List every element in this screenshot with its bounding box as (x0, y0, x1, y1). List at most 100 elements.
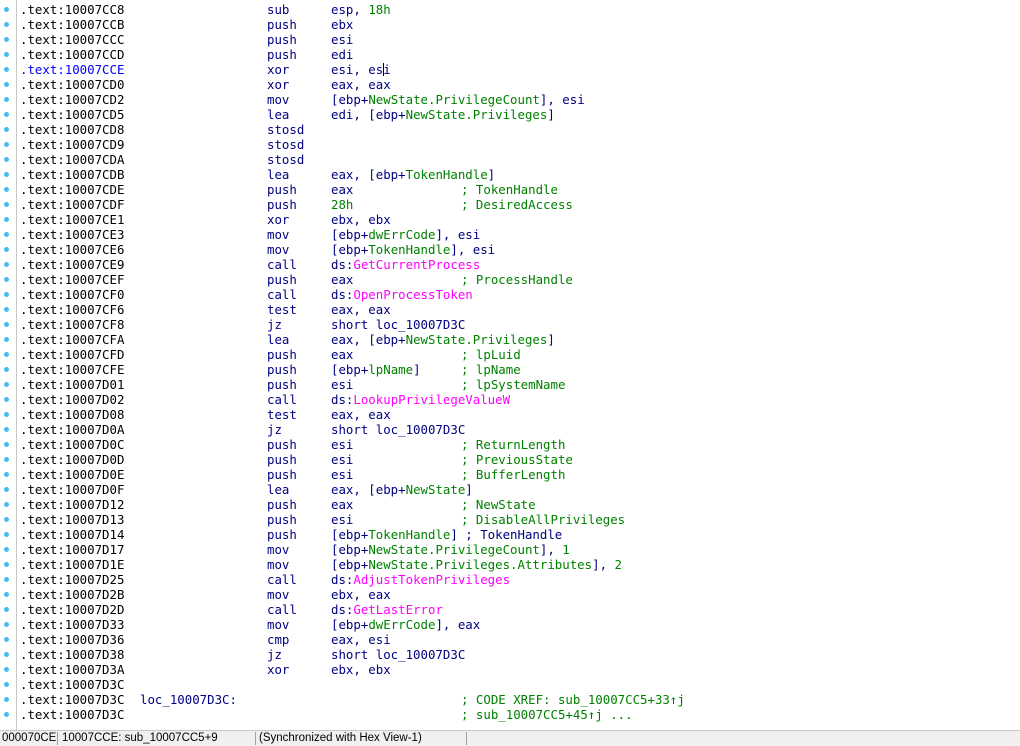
listing-row[interactable]: .text:10007D13 push esi ; DisableAllPrivile… (20, 512, 1020, 527)
mnemonic[interactable]: push (267, 377, 297, 392)
operands[interactable]: edi (331, 47, 353, 62)
mnemonic[interactable]: mov (267, 617, 289, 632)
stack-variable[interactable]: TokenHandle (406, 167, 488, 182)
mnemonic[interactable]: lea (267, 107, 289, 122)
operands[interactable]: eax, [ebp+TokenHandle] (331, 167, 495, 182)
operands[interactable]: short loc_10007D3C (331, 317, 465, 332)
mnemonic[interactable]: push (267, 32, 297, 47)
listing-row[interactable]: .text:10007D12 push eax ; NewState (20, 497, 1020, 512)
mnemonic[interactable]: test (267, 407, 297, 422)
listing-row[interactable]: .text:10007D33 mov [ebp+dwErrCode], eax (20, 617, 1020, 632)
mnemonic[interactable]: mov (267, 92, 289, 107)
listing-row[interactable]: .text:10007CDB lea eax, [ebp+TokenHandle] (20, 167, 1020, 182)
operands[interactable]: eax (331, 497, 353, 512)
operands[interactable]: esi (331, 437, 353, 452)
operands[interactable]: eax, [ebp+NewState.Privileges] (331, 332, 555, 347)
listing-row[interactable]: .text:10007CCB push ebx (20, 17, 1020, 32)
mnemonic[interactable]: xor (267, 662, 289, 677)
listing-row[interactable]: .text:10007CD5 lea edi, [ebp+NewState.Priv… (20, 107, 1020, 122)
operands[interactable]: short loc_10007D3C (331, 647, 465, 662)
mnemonic[interactable]: xor (267, 77, 289, 92)
operands[interactable]: [ebp+NewState.Privileges.Attributes], 2 (331, 557, 622, 572)
mnemonic[interactable]: push (267, 272, 297, 287)
address[interactable]: .text:10007CD5 (20, 107, 124, 122)
operands[interactable]: 28h (331, 197, 353, 212)
address[interactable]: .text:10007CCC (20, 32, 124, 47)
mnemonic[interactable]: mov (267, 227, 289, 242)
address[interactable]: .text:10007CD0 (20, 77, 124, 92)
address[interactable]: .text:10007CDB (20, 167, 124, 182)
listing-row[interactable]: .text:10007D1E mov [ebp+NewState.Privilege… (20, 557, 1020, 572)
address[interactable]: .text:10007D36 (20, 632, 124, 647)
listing-row[interactable]: .text:10007D08 test eax, eax (20, 407, 1020, 422)
address[interactable]: .text:10007CDF (20, 197, 124, 212)
address[interactable]: .text:10007D0A (20, 422, 124, 437)
listing-row[interactable]: .text:10007CF8 jz short loc_10007D3C (20, 317, 1020, 332)
address[interactable]: .text:10007CF0 (20, 287, 124, 302)
mnemonic[interactable]: lea (267, 167, 289, 182)
mnemonic[interactable]: call (267, 257, 297, 272)
operands[interactable]: [ebp+NewState.PrivilegeCount], esi (331, 92, 585, 107)
mnemonic[interactable]: push (267, 437, 297, 452)
stack-variable[interactable]: NewState.Privileges (406, 332, 548, 347)
operands[interactable]: [ebp+TokenHandle] ; TokenHandle (331, 527, 562, 542)
listing-row[interactable]: .text:10007D02 call ds:LookupPrivilegeValu… (20, 392, 1020, 407)
mnemonic[interactable]: push (267, 347, 297, 362)
listing-row[interactable]: .text:10007CDA stosd (20, 152, 1020, 167)
mnemonic[interactable]: mov (267, 557, 289, 572)
address[interactable]: .text:10007CDE (20, 182, 124, 197)
operands[interactable]: [ebp+dwErrCode], esi (331, 227, 480, 242)
listing-row[interactable]: .text:10007D0A jz short loc_10007D3C (20, 422, 1020, 437)
operands[interactable]: eax, eax (331, 302, 391, 317)
listing-row[interactable]: .text:10007CE1 xor ebx, ebx (20, 212, 1020, 227)
listing-row[interactable]: .text:10007CDE push eax ; TokenHandle (20, 182, 1020, 197)
address[interactable]: .text:10007D3C (20, 677, 124, 692)
listing-row[interactable]: .text:10007D2B mov ebx, eax (20, 587, 1020, 602)
address[interactable]: .text:10007D33 (20, 617, 124, 632)
address[interactable]: .text:10007CE6 (20, 242, 124, 257)
mnemonic[interactable]: jz (267, 317, 282, 332)
operands[interactable]: esi (331, 467, 353, 482)
arrows-gutter[interactable] (0, 0, 17, 730)
address[interactable]: .text:10007CCB (20, 17, 124, 32)
listing-row[interactable]: .text:10007CD9 stosd (20, 137, 1020, 152)
listing-row[interactable]: .text:10007CFD push eax ; lpLuid (20, 347, 1020, 362)
listing-row[interactable]: .text:10007CD8 stosd (20, 122, 1020, 137)
listing-row[interactable]: .text:10007CFA lea eax, [ebp+NewState.Priv… (20, 332, 1020, 347)
stack-variable[interactable]: NewState.Privileges (406, 107, 548, 122)
address[interactable]: .text:10007D14 (20, 527, 124, 542)
listing-row[interactable]: .text:10007D0E push esi ; BufferLength (20, 467, 1020, 482)
api-name[interactable]: OpenProcessToken (353, 287, 472, 302)
address[interactable]: .text:10007CD8 (20, 122, 124, 137)
address[interactable]: .text:10007D01 (20, 377, 124, 392)
mnemonic[interactable]: sub (267, 2, 289, 17)
address[interactable]: .text:10007D3A (20, 662, 124, 677)
address[interactable]: .text:10007D0D (20, 452, 124, 467)
listing-row[interactable]: .text:10007D01 push esi ; lpSystemName (20, 377, 1020, 392)
operands[interactable]: esi, esi (331, 62, 391, 77)
operands[interactable]: [ebp+lpName] (331, 362, 421, 377)
operands[interactable]: eax (331, 182, 353, 197)
address[interactable]: .text:10007D17 (20, 542, 124, 557)
disassembly-listing[interactable]: .text:10007CC8 sub esp, 18h .text:10007CCB p… (20, 2, 1020, 722)
stack-variable[interactable]: TokenHandle (368, 242, 450, 257)
operands[interactable]: [ebp+TokenHandle], esi (331, 242, 495, 257)
mnemonic[interactable]: mov (267, 587, 289, 602)
stack-variable[interactable]: dwErrCode (368, 617, 435, 632)
mnemonic[interactable]: lea (267, 332, 289, 347)
address[interactable]: .text:10007D2B (20, 587, 124, 602)
mnemonic[interactable]: lea (267, 482, 289, 497)
operands[interactable]: ds:GetCurrentProcess (331, 257, 480, 272)
mnemonic[interactable]: jz (267, 422, 282, 437)
operands[interactable]: ebx, ebx (331, 212, 391, 227)
mnemonic[interactable]: stosd (267, 137, 304, 152)
operands[interactable]: [ebp+NewState.PrivilegeCount], 1 (331, 542, 570, 557)
listing-row[interactable]: .text:10007D3C ; sub_10007CC5+45↑j ... (20, 707, 1020, 722)
address[interactable]: .text:10007CFE (20, 362, 124, 377)
listing-row[interactable]: .text:10007CF0 call ds:OpenProcessToken (20, 287, 1020, 302)
mnemonic[interactable]: push (267, 17, 297, 32)
listing-row[interactable]: .text:10007D36 cmp eax, esi (20, 632, 1020, 647)
mnemonic[interactable]: mov (267, 542, 289, 557)
listing-row[interactable]: .text:10007CE9 call ds:GetCurrentProcess (20, 257, 1020, 272)
address[interactable]: .text:10007D25 (20, 572, 124, 587)
